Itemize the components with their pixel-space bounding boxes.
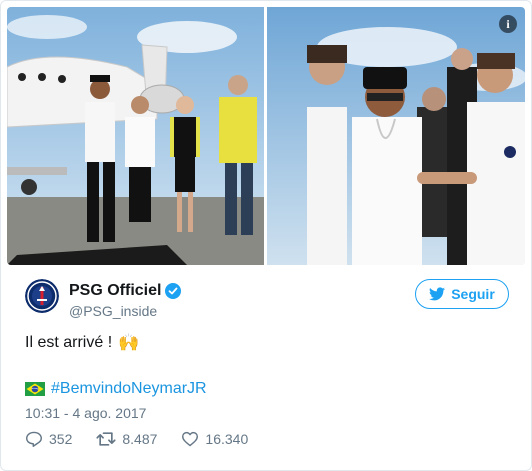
retweet-action[interactable]: 8.487 [96,431,157,447]
reply-count: 352 [49,431,73,447]
like-action[interactable]: 16.340 [181,431,248,447]
brazil-flag-icon [25,382,45,396]
retweet-count: 8.487 [122,431,158,447]
tweet-timestamp[interactable]: 10:31 - 4 ago. 2017 [25,405,146,421]
tweet-header: PSG Officiel @PSG_inside Seguir [25,279,511,325]
account-handle[interactable]: @PSG_inside [69,303,157,319]
follow-button[interactable]: Seguir [415,279,509,309]
verified-badge-icon [165,283,182,299]
photo-left[interactable] [7,7,264,265]
twitter-bird-icon [429,287,446,301]
display-name[interactable]: PSG Officiel [69,282,161,300]
hashtag-link[interactable]: #BemvindoNeymarJR [51,380,207,398]
raised-hands-emoji: 🙌 [118,333,140,352]
tweet-media[interactable]: i [7,7,525,265]
reply-icon [26,431,42,447]
like-count: 16.340 [205,431,249,447]
tweet-text-body: Il est arrivé ! [25,334,113,351]
tweet-card: i PSG Officiel @PSG_inside Seguir Il est… [0,0,532,471]
info-icon[interactable]: i [499,15,517,33]
hashtag-line: #BemvindoNeymarJR [25,380,207,398]
reply-action[interactable]: 352 [25,431,72,447]
name-row: PSG Officiel [69,282,182,300]
photo-right[interactable] [267,7,525,265]
retweet-icon [96,432,116,446]
tweet-text: Il est arrivé ! 🙌 [25,333,139,353]
tweet-actions: 352 8.487 16.340 [25,431,272,447]
psg-crest-icon[interactable] [25,279,59,313]
heart-icon [182,431,199,447]
follow-button-label: Seguir [451,286,495,302]
